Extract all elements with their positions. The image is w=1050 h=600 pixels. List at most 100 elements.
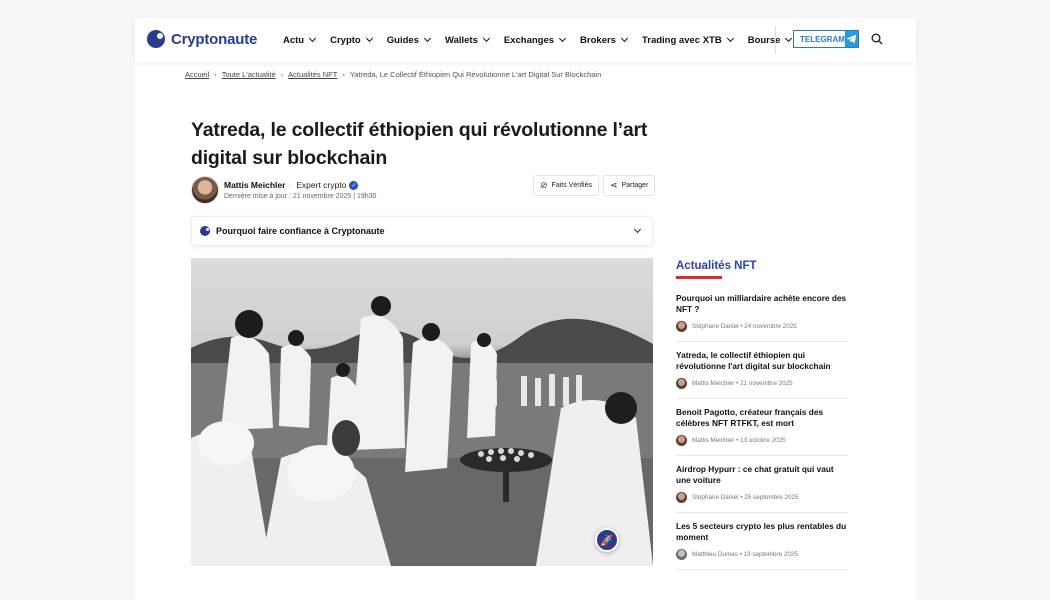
sidebar-article-author: Stéphane Daniel [692, 323, 739, 330]
chevron-down-icon [785, 34, 793, 43]
sidebar-article-meta: Mattis Meichler • 21 novembre 2025 [676, 378, 848, 389]
nav-item-bourse[interactable]: Bourse [748, 34, 793, 46]
avatar [676, 321, 687, 332]
nav-label: Crypto [330, 34, 361, 46]
nav-item-guides[interactable]: Guides [386, 34, 431, 46]
telegram-label: TELEGRAM [800, 34, 845, 44]
rocket-icon[interactable]: 🚀 [595, 528, 619, 552]
sidebar-title: Actualités NFT [676, 260, 757, 272]
nav-label: Exchanges [503, 34, 555, 46]
breadcrumb-separator: › [342, 70, 345, 79]
breadcrumb-link-news[interactable]: Toute L'actualité [222, 70, 276, 79]
sidebar-article-author: Stéphane Daniel [692, 494, 739, 501]
nav-label: Trading avec XTB [641, 34, 722, 46]
sidebar-article-title[interactable]: Les 5 secteurs crypto les plus rentables… [676, 521, 848, 543]
updated-label: Dernière mise à jour : [224, 193, 291, 200]
sidebar-article-date: 13 octobre 2025 [740, 437, 786, 444]
site-header: Cryptonaute Actu Crypto Guides Wallets E… [135, 18, 916, 62]
chevron-down-icon [365, 34, 373, 43]
avatar [676, 378, 687, 389]
chevron-down-icon [633, 225, 642, 234]
sidebar-article-title[interactable]: Yatreda, le collectif éthiopien qui révo… [676, 350, 848, 372]
sidebar-article-date: 21 novembre 2025 [740, 380, 793, 387]
author-role: Expert crypto [296, 180, 347, 190]
search-icon[interactable] [871, 33, 883, 45]
article-hero-image [191, 258, 653, 566]
breadcrumb-link-nft[interactable]: Actualités NFT [288, 70, 337, 79]
sidebar-article-item[interactable]: Benoit Pagotto, créateur français des cé… [676, 407, 848, 456]
article-title: Yatreda, le collectif éthiopien qui révo… [191, 119, 648, 169]
breadcrumb-link-home[interactable]: Accueil [185, 70, 209, 79]
share-button[interactable]: ⋖ Partager [603, 175, 656, 196]
avatar [676, 492, 687, 503]
header-divider [775, 26, 776, 54]
sidebar-title-underline [676, 276, 722, 279]
nav-label: Actu [283, 34, 305, 46]
avatar [676, 435, 687, 446]
chevron-down-icon [559, 34, 567, 43]
telegram-icon [844, 31, 858, 47]
author-name[interactable]: Mattis Meichler [224, 180, 285, 190]
sidebar-article-item[interactable]: Les 5 secteurs crypto les plus rentables… [676, 521, 848, 570]
sidebar-article-author: Mattis Meichler [692, 380, 735, 387]
separator-dot: · [289, 180, 293, 190]
author-line: Mattis Meichler · Expert crypto ✓ [224, 180, 376, 190]
main-nav: Actu Crypto Guides Wallets Exchanges Bro… [283, 18, 806, 62]
avatar [676, 549, 687, 560]
updated-line: Dernière mise à jour : 21 novembre 2025 … [224, 193, 376, 200]
logo-icon [147, 30, 165, 48]
sidebar-article-meta: Stéphane Daniel • 25 septembre 2025 [676, 492, 848, 503]
chevron-down-icon [726, 34, 734, 43]
share-icon: ⋖ [610, 180, 618, 190]
chevron-down-icon [309, 34, 317, 43]
sidebar-article-author: Matthieu Dumas [692, 551, 738, 558]
sidebar-article-title[interactable]: Airdrop Hypurr : ce chat gratuit qui vau… [676, 464, 848, 486]
nav-item-actu[interactable]: Actu [283, 34, 317, 46]
page-container: Cryptonaute Actu Crypto Guides Wallets E… [135, 18, 916, 600]
breadcrumb-separator: › [280, 70, 284, 79]
sidebar-nft-news: Actualités NFT Pourquoi un milliardaire … [676, 258, 848, 578]
chevron-down-icon [482, 34, 490, 43]
nav-item-wallets[interactable]: Wallets [444, 34, 490, 46]
sidebar-article-meta: Stéphane Daniel • 24 novembre 2025 [676, 321, 848, 332]
breadcrumb-separator: › [214, 70, 217, 79]
sidebar-article-meta: Matthieu Dumas • 19 septembre 2025 [676, 549, 848, 560]
sidebar-article-author: Mattis Meichler [692, 437, 735, 444]
sidebar-article-item[interactable]: Pourquoi un milliardaire achète encore d… [676, 293, 848, 342]
share-label: Partager [621, 182, 649, 189]
brand-name: Cryptonaute [171, 30, 258, 48]
sidebar-article-item[interactable]: Airdrop Hypurr : ce chat gratuit qui vau… [676, 464, 848, 513]
nav-label: Guides [386, 34, 419, 46]
author-avatar[interactable] [191, 176, 219, 204]
trust-accordion[interactable]: Pourquoi faire confiance à Cryptonaute [191, 216, 653, 246]
check-circle-icon: ⊘ [540, 180, 548, 190]
telegram-button[interactable]: TELEGRAM [793, 30, 859, 48]
nav-item-exchanges[interactable]: Exchanges [503, 34, 567, 46]
sidebar-article-item[interactable]: Yatreda, le collectif éthiopien qui révo… [676, 350, 848, 399]
breadcrumb-current: Yatreda, Le Collectif Éthiopien Qui Révo… [349, 70, 602, 79]
breadcrumb: Accueil › Toute L'actualité › Actualités… [185, 70, 601, 79]
nav-item-brokers[interactable]: Brokers [580, 34, 629, 46]
site-logo[interactable]: Cryptonaute [147, 30, 257, 48]
sidebar-article-title[interactable]: Benoit Pagotto, créateur français des cé… [676, 407, 848, 429]
nav-item-trading-xtb[interactable]: Trading avec XTB [641, 34, 734, 46]
sidebar-article-date: 24 novembre 2025 [744, 323, 797, 330]
author-info: Mattis Meichler · Expert crypto ✓ Derniè… [224, 180, 376, 200]
facts-verified-label: Faits Vérifiés [551, 182, 593, 189]
sidebar-article-date: 19 septembre 2025 [743, 551, 798, 558]
verified-badge-icon: ✓ [349, 180, 359, 190]
logo-icon [200, 226, 210, 236]
nav-label: Brokers [580, 34, 616, 46]
author-block: Mattis Meichler · Expert crypto ✓ Derniè… [191, 176, 376, 204]
sidebar-article-meta: Mattis Meichler • 13 octobre 2025 [676, 435, 848, 446]
hero-photo-illustration [191, 296, 653, 566]
sidebar-article-title[interactable]: Pourquoi un milliardaire achète encore d… [676, 293, 848, 315]
updated-date: 21 novembre 2025 | 19h30 [292, 193, 377, 200]
sidebar-article-date: 25 septembre 2025 [744, 494, 799, 501]
nav-item-crypto[interactable]: Crypto [330, 34, 373, 46]
trust-label: Pourquoi faire confiance à Cryptonaute [216, 226, 385, 236]
nav-label: Wallets [444, 34, 478, 46]
facts-verified-button[interactable]: ⊘ Faits Vérifiés [533, 175, 600, 196]
chevron-down-icon [620, 34, 629, 43]
chevron-down-icon [423, 34, 431, 43]
